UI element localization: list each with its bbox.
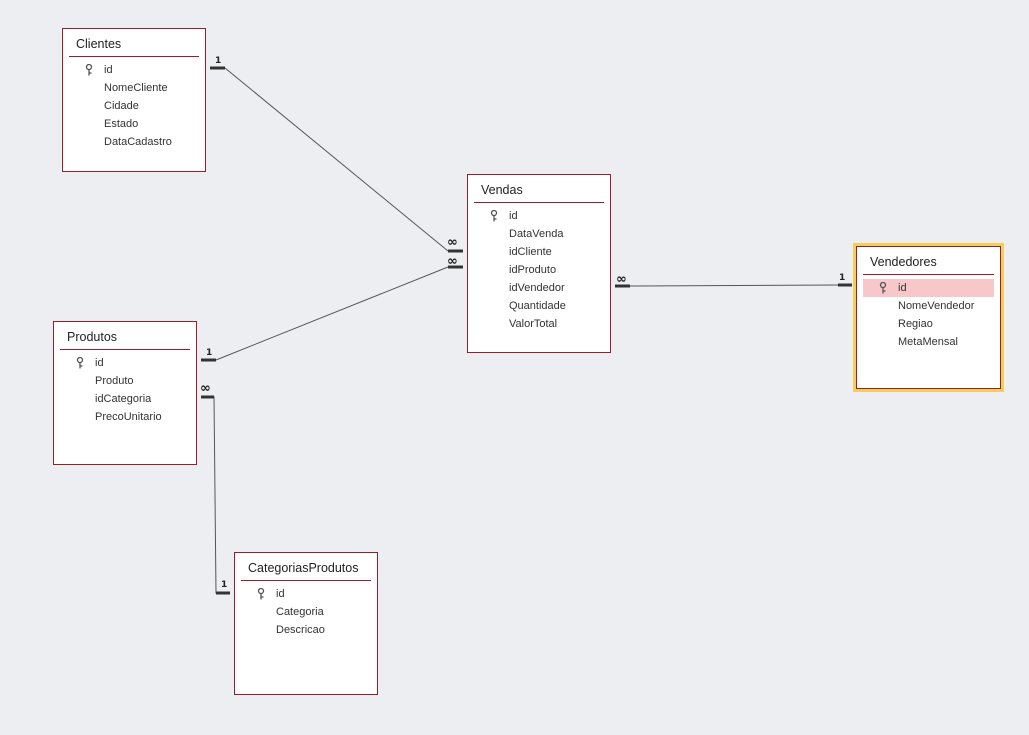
- field-list: id Categoria Descricao: [235, 585, 377, 639]
- field-name: id: [95, 357, 104, 369]
- table-title[interactable]: Vendas: [474, 183, 604, 203]
- field-name: Cidade: [104, 100, 139, 112]
- field-item[interactable]: Categoria: [241, 603, 371, 621]
- field-item[interactable]: DataCadastro: [69, 133, 199, 151]
- key-icon: [76, 357, 84, 369]
- relationship-line-produtos-categorias: [201, 396, 230, 594]
- key-icon: [85, 64, 93, 76]
- cardinality-many-vendas-vendedores: ∞: [616, 272, 627, 287]
- field-name: Descricao: [276, 624, 325, 636]
- field-item[interactable]: id: [69, 61, 199, 79]
- field-item-selected[interactable]: id: [863, 279, 994, 297]
- field-item[interactable]: Estado: [69, 115, 199, 133]
- field-item[interactable]: id: [241, 585, 371, 603]
- table-produtos[interactable]: Produtos id Produto idCategoria PrecoUni…: [53, 321, 197, 465]
- field-name: NomeCliente: [104, 82, 168, 94]
- field-name: PrecoUnitario: [95, 411, 162, 423]
- field-name: idCliente: [509, 246, 552, 258]
- field-item[interactable]: idCliente: [474, 243, 604, 261]
- field-item[interactable]: Regiao: [863, 315, 994, 333]
- field-item[interactable]: PrecoUnitario: [60, 408, 190, 426]
- field-list: id Produto idCategoria PrecoUnitario: [54, 354, 196, 426]
- cardinality-many-vendas-clientes: ∞: [447, 235, 458, 250]
- field-name: idProduto: [509, 264, 557, 276]
- cardinality-one-produtos: 1: [206, 348, 213, 358]
- cardinality-many-produtos-categoria: ∞: [200, 381, 211, 396]
- relationship-line-produtos-vendas: [215, 266, 449, 361]
- table-vendas[interactable]: Vendas id DataVenda idCliente idProduto …: [467, 174, 611, 353]
- field-name: DataVenda: [509, 228, 564, 240]
- table-title[interactable]: Vendedores: [863, 255, 994, 275]
- field-name: idCategoria: [95, 393, 152, 405]
- key-icon: [490, 210, 498, 222]
- field-name: Categoria: [276, 606, 324, 618]
- cardinality-one-vendedores: 1: [839, 273, 846, 283]
- field-item[interactable]: id: [60, 354, 190, 372]
- field-list: id NomeCliente Cidade Estado DataCadastr…: [63, 61, 205, 151]
- field-item[interactable]: DataVenda: [474, 225, 604, 243]
- table-title[interactable]: CategoriasProdutos: [241, 561, 371, 581]
- field-name: id: [104, 64, 113, 76]
- field-name: DataCadastro: [104, 136, 172, 148]
- field-list: id NomeVendedor Regiao MetaMensal: [857, 279, 1000, 351]
- table-clientes[interactable]: Clientes id NomeCliente Cidade Estado Da…: [62, 28, 206, 172]
- field-name: Produto: [95, 375, 134, 387]
- table-vendedores[interactable]: Vendedores id NomeVendedor Regiao MetaMe…: [853, 243, 1004, 392]
- table-title[interactable]: Clientes: [69, 37, 199, 57]
- relationship-line-clientes-vendas: [224, 67, 449, 252]
- field-item[interactable]: Cidade: [69, 97, 199, 115]
- key-icon: [257, 588, 265, 600]
- relationship-line-vendas-vendedores: [629, 284, 839, 287]
- field-name: id: [898, 282, 907, 294]
- field-item[interactable]: NomeCliente: [69, 79, 199, 97]
- field-name: Regiao: [898, 318, 933, 330]
- cardinality-many-vendas-produtos: ∞: [447, 254, 458, 269]
- field-name: ValorTotal: [509, 318, 558, 330]
- field-item[interactable]: NomeVendedor: [863, 297, 994, 315]
- field-item[interactable]: MetaMensal: [863, 333, 994, 351]
- field-name: NomeVendedor: [898, 300, 975, 312]
- table-title[interactable]: Produtos: [60, 330, 190, 350]
- field-item[interactable]: id: [474, 207, 604, 225]
- field-item[interactable]: ValorTotal: [474, 315, 604, 333]
- field-item[interactable]: Produto: [60, 372, 190, 390]
- cardinality-one-clientes: 1: [215, 56, 222, 66]
- field-name: idVendedor: [509, 282, 565, 294]
- field-name: id: [276, 588, 285, 600]
- field-item[interactable]: Quantidade: [474, 297, 604, 315]
- field-name: id: [509, 210, 518, 222]
- field-name: MetaMensal: [898, 336, 958, 348]
- field-item[interactable]: Descricao: [241, 621, 371, 639]
- field-item[interactable]: idCategoria: [60, 390, 190, 408]
- key-icon: [879, 282, 887, 294]
- field-list: id DataVenda idCliente idProduto idVende…: [468, 207, 610, 333]
- cardinality-one-categorias: 1: [221, 580, 228, 590]
- field-name: Quantidade: [509, 300, 566, 312]
- table-categorias-produtos[interactable]: CategoriasProdutos id Categoria Descrica…: [234, 552, 378, 695]
- field-item[interactable]: idProduto: [474, 261, 604, 279]
- field-name: Estado: [104, 118, 139, 130]
- field-item[interactable]: idVendedor: [474, 279, 604, 297]
- relationship-canvas[interactable]: 1 ∞ 1 ∞ ∞ 1 ∞ 1 Clientes id NomeCliente …: [0, 0, 1029, 735]
